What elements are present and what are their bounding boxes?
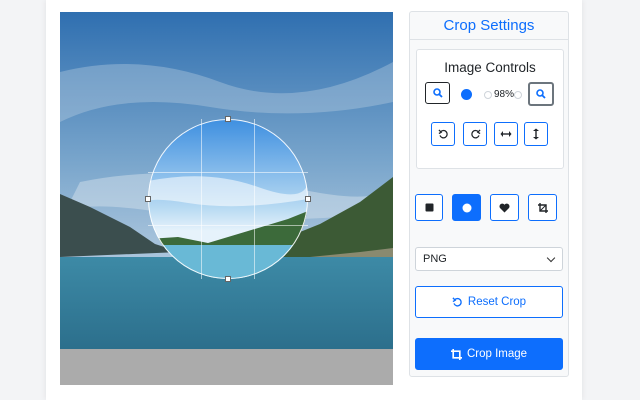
heart-icon	[499, 203, 510, 212]
image-controls-card: Image Controls	[416, 49, 564, 169]
flip-vertical-button[interactable]	[524, 122, 548, 146]
crop-grid-line	[148, 172, 308, 173]
format-select[interactable]: PNG	[415, 247, 563, 271]
zoom-value: 98%	[494, 89, 515, 100]
custom-crop-icon	[537, 202, 548, 213]
flip-vertical-icon	[533, 128, 539, 140]
zoom-slider-thumb[interactable]	[461, 89, 472, 100]
crop-image-label: Crop Image	[466, 348, 528, 360]
zoom-slider-mark	[514, 91, 522, 99]
flip-horizontal-icon	[500, 131, 512, 137]
image-canvas[interactable]	[60, 12, 393, 385]
crop-grid-line	[148, 225, 308, 226]
crop-icon	[450, 348, 462, 360]
zoom-out-button[interactable]	[425, 82, 450, 104]
reset-crop-button[interactable]: Reset Crop	[415, 286, 563, 318]
rotate-right-icon	[470, 128, 481, 138]
crop-image-button[interactable]: Crop Image	[415, 338, 563, 370]
zoom-slider-mark	[484, 91, 492, 99]
format-select-value: PNG	[423, 253, 447, 265]
crop-grid-line	[201, 119, 202, 279]
crop-handle-bottom[interactable]	[225, 276, 231, 282]
circle-icon	[462, 203, 471, 212]
square-icon	[425, 203, 433, 212]
reset-icon	[452, 296, 463, 308]
crop-handle-top[interactable]	[225, 116, 231, 122]
image-controls-title: Image Controls	[444, 60, 536, 75]
rotate-right-button[interactable]	[463, 122, 487, 146]
rotate-left-icon	[437, 128, 448, 138]
zoom-in-icon	[536, 89, 546, 99]
shape-circle-button[interactable]	[452, 194, 481, 221]
zoom-in-button[interactable]	[528, 82, 554, 106]
shape-custom-button[interactable]	[528, 194, 557, 221]
flip-horizontal-button[interactable]	[494, 122, 518, 146]
shape-square-button[interactable]	[415, 194, 443, 221]
reset-crop-label: Reset Crop	[467, 296, 527, 308]
divider	[410, 39, 568, 40]
crop-handle-left[interactable]	[145, 196, 151, 202]
rotate-left-button[interactable]	[431, 122, 455, 146]
crop-grid-line	[254, 119, 255, 279]
shape-heart-button[interactable]	[490, 194, 519, 221]
zoom-out-icon	[432, 88, 443, 98]
crop-handle-right[interactable]	[305, 196, 311, 202]
crop-boundary[interactable]	[148, 119, 308, 279]
chevron-down-icon	[546, 253, 556, 263]
panel-title: Crop Settings	[443, 17, 535, 34]
